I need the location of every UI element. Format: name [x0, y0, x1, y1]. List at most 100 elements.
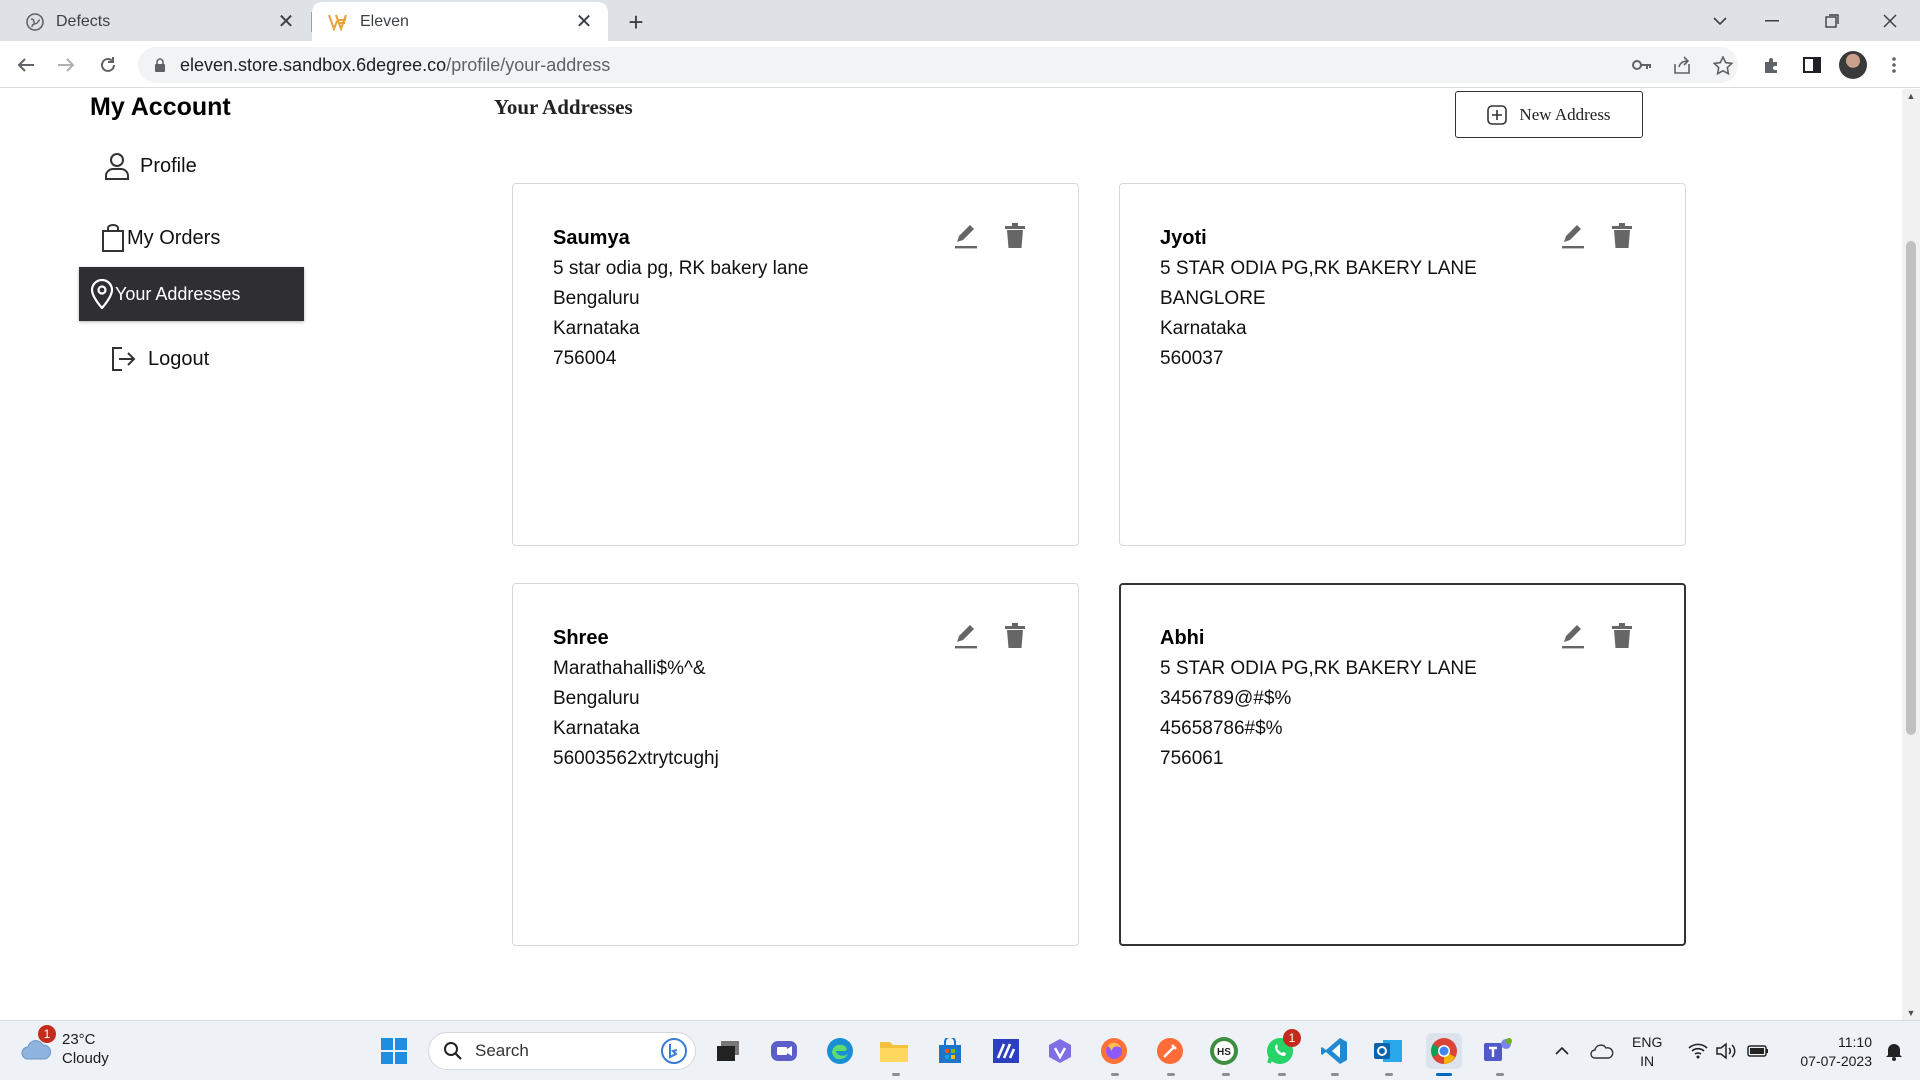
globe-icon [26, 12, 44, 31]
minimize-button[interactable] [1750, 0, 1794, 41]
sidebar-item-logout[interactable]: Logout [110, 343, 209, 375]
address-pin: 560037 [1160, 348, 1224, 369]
running-indicator [1385, 1073, 1393, 1076]
copilot-icon[interactable] [1042, 1033, 1078, 1069]
language-code: ENG [1632, 1034, 1663, 1050]
onedrive-icon[interactable] [1584, 1033, 1620, 1069]
url-path: /profile/your-address [446, 54, 611, 75]
close-tab-icon[interactable]: ✕ [572, 10, 596, 34]
address-card[interactable]: Jyoti 5 STAR ODIA PG,RK BAKERY LANE BANG… [1119, 183, 1686, 546]
lock-icon[interactable] [150, 55, 170, 75]
url-host: eleven.store.sandbox.6degree.co [180, 54, 447, 75]
clock[interactable]: 11:10 07-07-2023 [1782, 1033, 1872, 1071]
delete-icon[interactable] [1611, 223, 1633, 249]
new-tab-button[interactable]: + [620, 6, 652, 38]
bookmark-star-icon[interactable] [1707, 49, 1739, 81]
close-window-button[interactable] [1868, 0, 1912, 41]
account-title: My Account [90, 93, 231, 121]
language-region: IN [1640, 1053, 1655, 1069]
weather-temp: 23°C [62, 1031, 96, 1048]
teams-chat-icon[interactable] [766, 1033, 802, 1069]
extensions-icon[interactable] [1756, 49, 1788, 81]
chrome-icon[interactable] [1426, 1033, 1462, 1069]
address-state: Karnataka [1160, 318, 1247, 339]
microsoft-store-icon[interactable] [932, 1033, 968, 1069]
new-address-button[interactable]: New Address [1455, 91, 1643, 138]
address-city: Bengaluru [553, 688, 640, 709]
address-card[interactable]: Shree Marathahalli$%^& Bengaluru Karnata… [512, 583, 1079, 946]
file-explorer-icon[interactable] [876, 1033, 912, 1069]
page-scrollbar[interactable]: ▲ ▼ [1902, 89, 1920, 1020]
page-content: My Account Profile My Orders Your Addres… [0, 89, 1902, 1020]
search-label: Search [475, 1041, 529, 1060]
sidebar-item-label: My Orders [127, 226, 221, 249]
sidebar-item-label: Logout [148, 347, 210, 370]
scroll-up-arrow-icon[interactable]: ▲ [1906, 91, 1916, 101]
side-panel-icon[interactable] [1796, 49, 1828, 81]
address-line: Marathahalli$%^& [553, 658, 706, 679]
close-tab-icon[interactable]: ✕ [274, 10, 298, 34]
teams-icon[interactable] [1480, 1033, 1516, 1069]
sidebar-item-orders[interactable]: My Orders [102, 221, 220, 255]
scrollbar-thumb[interactable] [1906, 241, 1916, 735]
edit-icon[interactable] [954, 223, 978, 249]
password-key-icon[interactable] [1626, 49, 1658, 81]
volume-icon[interactable] [1708, 1033, 1744, 1069]
browser-menu-icon[interactable] [1878, 49, 1910, 81]
address-bar[interactable]: eleven.store.sandbox.6degree.co/profile/… [138, 47, 1738, 83]
reload-button[interactable] [92, 49, 124, 81]
address-name: Abhi [1160, 627, 1205, 649]
windows-start-icon[interactable] [376, 1033, 412, 1069]
profile-avatar[interactable] [1839, 51, 1867, 79]
running-indicator [1278, 1073, 1286, 1076]
user-icon [105, 153, 129, 180]
running-indicator [1331, 1073, 1339, 1076]
address-city: Bengaluru [553, 288, 640, 309]
address-card[interactable]: Saumya 5 star odia pg, RK bakery lane Be… [512, 183, 1079, 546]
edit-icon[interactable] [954, 623, 978, 649]
vscode-icon[interactable] [1316, 1033, 1352, 1069]
edit-icon[interactable] [1561, 623, 1585, 649]
sidebar-item-addresses[interactable]: Your Addresses [79, 267, 304, 321]
address-pin: 756004 [553, 348, 617, 369]
restore-button[interactable] [1810, 0, 1854, 41]
address-city: 3456789@#$% [1160, 688, 1292, 709]
tab-defects[interactable]: Defects ✕ [10, 2, 310, 41]
power-automate-icon[interactable] [988, 1033, 1024, 1069]
share-icon[interactable] [1666, 49, 1698, 81]
show-hidden-icons-chevron-icon[interactable] [1544, 1033, 1580, 1069]
search-icon [444, 1042, 462, 1060]
firefox-icon[interactable] [1096, 1033, 1132, 1069]
language-indicator[interactable]: ENG IN [1632, 1033, 1662, 1071]
clock-date: 07-07-2023 [1800, 1053, 1872, 1069]
task-view-icon[interactable] [710, 1033, 746, 1069]
delete-icon[interactable] [1004, 223, 1026, 249]
scroll-down-arrow-icon[interactable]: ▼ [1906, 1008, 1916, 1018]
outlook-icon[interactable] [1370, 1033, 1406, 1069]
weather-badge: 1 [38, 1025, 56, 1043]
taskbar-search[interactable]: Search [428, 1032, 696, 1070]
taskbar: 1 23°C Cloudy Search HS 1 ENG IN 11:10 0… [0, 1020, 1920, 1080]
whatsapp-badge: 1 [1283, 1029, 1301, 1047]
postman-icon[interactable] [1152, 1033, 1188, 1069]
running-indicator [1222, 1073, 1230, 1076]
sidebar-item-profile[interactable]: Profile [104, 151, 197, 181]
tab-eleven[interactable]: Eleven ✕ [312, 2, 608, 41]
tab-search-icon[interactable] [1698, 0, 1742, 41]
address-card-selected[interactable]: Abhi 5 STAR ODIA PG,RK BAKERY LANE 34567… [1119, 583, 1686, 946]
edit-icon[interactable] [1561, 223, 1585, 249]
forward-button[interactable] [50, 49, 82, 81]
running-indicator [892, 1073, 900, 1076]
address-state: Karnataka [553, 718, 640, 739]
back-button[interactable] [10, 49, 42, 81]
battery-icon[interactable] [1740, 1033, 1776, 1069]
notification-bell-icon[interactable] [1876, 1033, 1912, 1069]
address-line: 5 STAR ODIA PG,RK BAKERY LANE [1160, 658, 1477, 679]
browser-tab-strip: Defects ✕ Eleven ✕ + [0, 0, 1920, 41]
hubstaff-icon[interactable]: HS [1206, 1033, 1242, 1069]
delete-icon[interactable] [1004, 623, 1026, 649]
plus-square-icon [1487, 104, 1508, 125]
edge-icon[interactable] [822, 1033, 858, 1069]
weather-widget[interactable]: 1 23°C Cloudy [20, 1025, 109, 1068]
delete-icon[interactable] [1611, 623, 1633, 649]
